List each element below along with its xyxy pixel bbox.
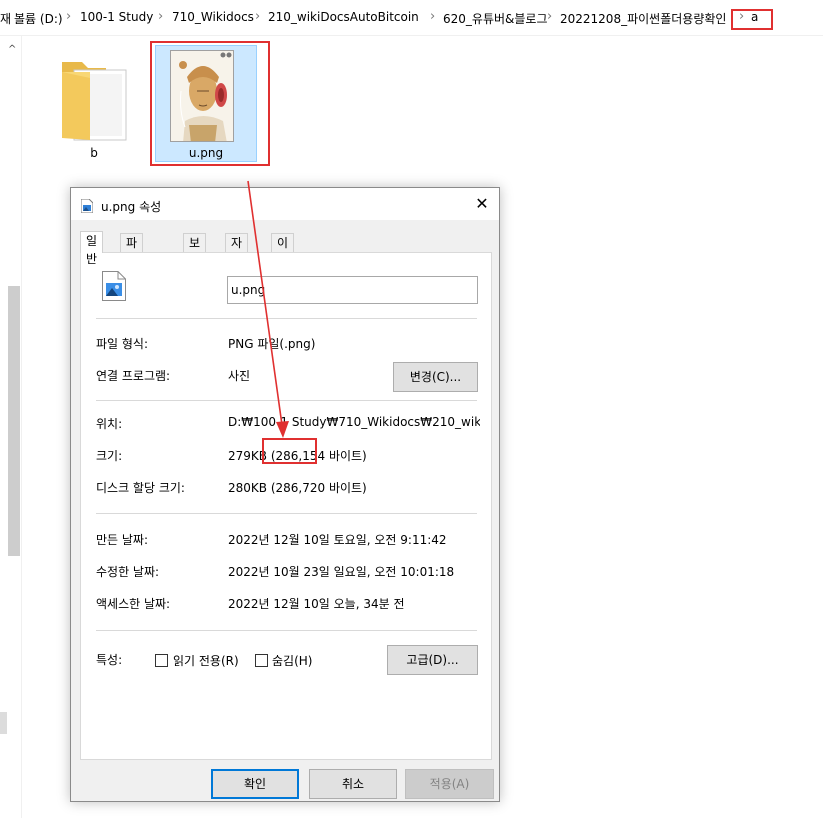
- hidden-checkbox[interactable]: [255, 654, 268, 667]
- dialog-titlebar[interactable]: u.png 속성 ✕: [71, 188, 499, 220]
- scrollbar-thumb[interactable]: [8, 286, 20, 556]
- folder-label[interactable]: b: [72, 146, 116, 160]
- navigation-pane: ^: [0, 36, 22, 818]
- chevron-right-icon[interactable]: ›: [158, 9, 163, 24]
- created-value: 2022년 12월 10일 토요일, 오전 9:11:42: [228, 533, 447, 547]
- divider: [96, 630, 477, 631]
- location-value[interactable]: D:₩100-1 Study₩710_Wikidocs₩210_wikiDocs…: [228, 415, 480, 429]
- opens-with-value: 사진: [228, 369, 251, 383]
- tab-general[interactable]: 일반: [80, 231, 104, 266]
- hidden-label[interactable]: 숨김(H): [272, 652, 312, 669]
- tab-details[interactable]: 자세히: [225, 233, 249, 286]
- breadcrumb-item-youtuber-blog[interactable]: 620_유튜버&블로그: [443, 10, 548, 27]
- breadcrumb-item-drive[interactable]: 볼륨 (D:): [14, 10, 63, 27]
- tab-file-hash[interactable]: 파일 해시: [120, 233, 144, 304]
- image-file-icon: [102, 271, 126, 301]
- cancel-button[interactable]: 취소: [309, 769, 397, 799]
- chevron-right-icon[interactable]: ›: [255, 9, 260, 24]
- opens-with-label: 연결 프로그램:: [96, 369, 171, 383]
- image-file-icon: [80, 198, 94, 214]
- divider: [96, 513, 477, 514]
- breadcrumb-leading-fragment: 재: [0, 12, 12, 26]
- readonly-label[interactable]: 읽기 전용(R): [173, 652, 239, 669]
- breadcrumb-item-study[interactable]: 100-1 Study: [80, 10, 153, 24]
- close-icon[interactable]: ✕: [465, 188, 499, 220]
- modified-label: 수정한 날짜:: [96, 565, 160, 579]
- change-button[interactable]: 변경(C)...: [393, 362, 478, 392]
- breadcrumb-item-autobitcoin[interactable]: 210_wikiDocsAutoBitcoin: [268, 10, 419, 24]
- readonly-checkbox[interactable]: [155, 654, 168, 667]
- file-name-input[interactable]: [227, 276, 478, 304]
- address-bar-breadcrumb: 재 볼륨 (D:) › 100-1 Study › 710_Wikidocs ›…: [0, 0, 823, 36]
- breadcrumb-item-date-folder[interactable]: 20221208_파이썬폴더용량확인: [560, 10, 726, 27]
- size-label: 크기:: [96, 449, 123, 463]
- divider: [96, 318, 477, 319]
- file-type-value: PNG 파일(.png): [228, 337, 316, 351]
- nav-pane-selection-marker: [0, 712, 7, 734]
- accessed-value: 2022년 12월 10일 오늘, 34분 전: [228, 597, 405, 611]
- tab-security[interactable]: 보안: [183, 233, 207, 268]
- scroll-up-arrow-icon[interactable]: ^: [8, 44, 16, 55]
- size-on-disk-value: 280KB (286,720 바이트): [228, 481, 367, 495]
- apply-button[interactable]: 적용(A): [405, 769, 494, 799]
- divider: [96, 400, 477, 401]
- folder-icon[interactable]: [60, 58, 128, 142]
- size-on-disk-label: 디스크 할당 크기:: [96, 481, 185, 495]
- advanced-button[interactable]: 고급(D)...: [387, 645, 478, 675]
- attributes-label: 특성:: [96, 653, 123, 667]
- breadcrumb-item-wikidocs[interactable]: 710_Wikidocs: [172, 10, 254, 24]
- size-bytes-highlight-box: [262, 438, 317, 464]
- modified-value: 2022년 10월 23일 일요일, 오전 10:01:18: [228, 565, 455, 579]
- location-label: 위치:: [96, 417, 123, 431]
- properties-dialog: u.png 속성 ✕ 일반 파일 해시 보안 자세히 이전 버전 파일 형식: …: [70, 187, 500, 802]
- accessed-label: 액세스한 날짜:: [96, 597, 171, 611]
- current-folder-highlight-box: [731, 9, 773, 30]
- file-type-label: 파일 형식:: [96, 337, 149, 351]
- selected-file-highlight-box: [150, 41, 270, 166]
- chevron-right-icon[interactable]: ›: [547, 9, 552, 24]
- created-label: 만든 날짜:: [96, 533, 149, 547]
- ok-button[interactable]: 확인: [211, 769, 299, 799]
- tab-previous-versions[interactable]: 이전 버전: [271, 233, 295, 304]
- general-tab-panel: 파일 형식: PNG 파일(.png) 연결 프로그램: 사진 변경(C)...…: [80, 252, 492, 760]
- dialog-title: u.png 속성: [101, 200, 162, 214]
- chevron-right-icon[interactable]: ›: [430, 9, 435, 24]
- chevron-right-icon[interactable]: ›: [66, 9, 71, 24]
